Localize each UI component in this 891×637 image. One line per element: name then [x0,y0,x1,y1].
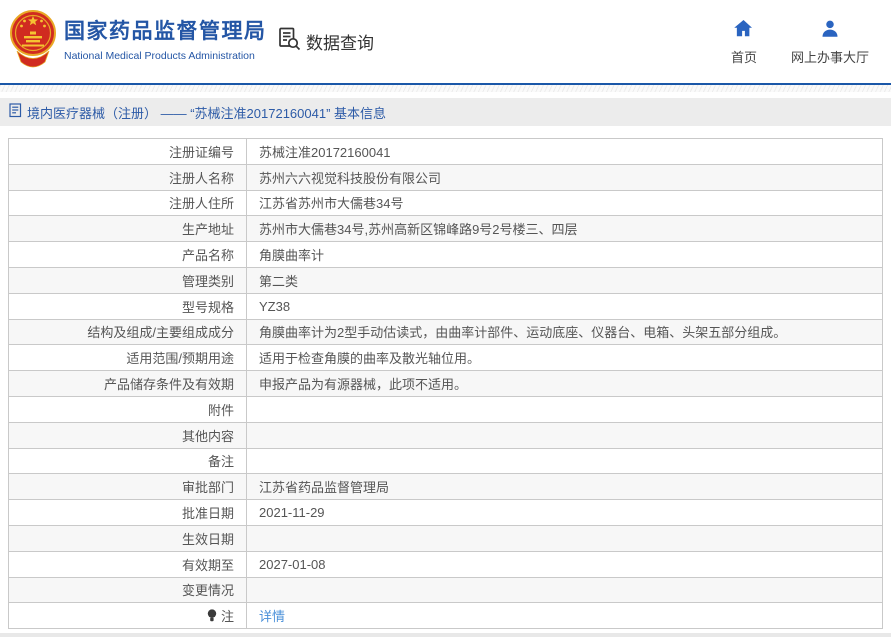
row-label-text: 备注 [207,454,234,470]
table-row: 注 详情 [9,603,882,630]
row-label: 备注 [9,448,247,474]
table-row: 生产地址 苏州市大儒巷34号,苏州高新区锦峰路9号2号楼三、四层 [9,216,882,243]
row-value: 苏械注准20172160041 [259,144,391,160]
row-label: 注册人住所 [9,190,247,216]
nav-online-hall-label: 网上办事大厅 [790,50,869,65]
table-row: 型号规格 YZ38 [9,293,882,320]
row-label-text: 结构及组成/主要组成成分 [87,325,234,341]
row-label: 注 [9,603,247,629]
data-query-label: 数据查询 [306,33,374,53]
national-emblem-logo [9,6,57,70]
row-label: 结构及组成/主要组成成分 [9,319,247,345]
document-search-icon [277,26,302,56]
row-label-text: 注册人名称 [168,170,234,186]
breadcrumb: 境内医疗器械（注册） —— “苏械注准20172160041” 基本信息 [0,98,891,126]
nav-home-label: 首页 [730,50,757,65]
row-label: 注册证编号 [9,139,247,164]
row-label: 有效期至 [9,551,247,577]
row-label: 变更情况 [9,577,247,603]
table-row: 产品储存条件及有效期 申报产品为有源器械，此项不适用。 [9,371,882,397]
nav-home[interactable]: 首页 [731,20,757,66]
bulb-icon [207,609,217,622]
table-row: 有效期至 2027-01-08 [9,551,882,578]
decorative-hatch-strip [0,85,891,92]
row-value: 角膜曲率计 [259,248,325,264]
row-label-text: 生效日期 [181,531,234,547]
row-label-text: 其他内容 [181,428,234,444]
table-row: 注册证编号 苏械注准20172160041 [9,139,882,165]
page-icon [9,103,22,121]
row-label-text: 审批部门 [181,480,234,496]
brand: 国家药品监督管理局 National Medical Products Admi… [64,15,267,62]
table-row: 备注 [9,448,882,475]
row-value: 第二类 [259,273,299,289]
row-value: 适用于检查角膜的曲率及散光轴位用。 [259,351,481,367]
row-label-text: 产品储存条件及有效期 [103,377,234,393]
row-label: 产品储存条件及有效期 [9,371,247,396]
row-label-text: 产品名称 [181,248,234,264]
breadcrumb-text: 境内医疗器械（注册） —— “苏械注准20172160041” 基本信息 [27,105,387,121]
row-label: 批准日期 [9,500,247,525]
row-label-text: 注册人住所 [168,196,234,212]
table-row: 附件 [9,396,882,423]
row-label: 管理类别 [9,267,247,293]
row-value [247,526,882,551]
row-label-text: 生产地址 [181,222,234,238]
row-label-text: 有效期至 [181,557,234,573]
row-value: YZ38 [259,298,291,314]
nav-online-hall[interactable]: 网上办事大厅 [791,20,869,66]
site-subtitle: National Medical Products Administration [64,50,255,62]
row-label: 型号规格 [9,293,247,319]
table-row: 产品名称 角膜曲率计 [9,242,882,268]
footer-strip [0,633,891,637]
table-row: 注册人住所 江苏省苏州市大儒巷34号 [9,190,882,217]
row-label-text: 变更情况 [181,583,234,599]
row-value: 2021-11-29 [259,505,325,521]
table-row: 注册人名称 苏州六六视觉科技股份有限公司 [9,164,882,191]
row-label: 适用范围/预期用途 [9,345,247,371]
row-label: 生产地址 [9,216,247,242]
row-label: 附件 [9,396,247,422]
row-value: 苏州市大儒巷34号,苏州高新区锦峰路9号2号楼三、四层 [259,222,578,238]
table-row: 结构及组成/主要组成成分 角膜曲率计为2型手动估读式，由曲率计部件、运动底座、仪器… [9,319,882,346]
row-value: 江苏省苏州市大儒巷34号 [259,196,404,212]
row-value [247,449,882,474]
row-value [247,578,882,603]
top-nav: 首页 网上办事大厅 [731,20,869,66]
row-value: 角膜曲率计为2型手动估读式，由曲率计部件、运动底座、仪器台、电箱、头架五部分组成… [259,325,787,341]
home-icon [734,20,753,42]
row-label: 产品名称 [9,242,247,267]
table-row: 批准日期 2021-11-29 [9,500,882,526]
row-value: 申报产品为有源器械，此项不适用。 [259,377,468,393]
data-query-nav[interactable]: 数据查询 [277,26,374,56]
row-label: 其他内容 [9,422,247,448]
info-table: 注册证编号 苏械注准20172160041 注册人名称 苏州六六视觉科技股份有限公司注… [8,138,883,630]
row-value [247,397,882,422]
detail-link[interactable]: 详情 [259,606,285,625]
table-row: 变更情况 [9,577,882,604]
row-value: 详情 [247,603,882,628]
row-label: 审批部门 [9,474,247,500]
row-label: 生效日期 [9,525,247,551]
row-label-text: 注册证编号 [168,144,234,160]
row-label-text: 管理类别 [181,273,234,289]
site-title: 国家药品监督管理局 [64,20,267,43]
row-label-text: 批准日期 [181,506,234,522]
row-value: 江苏省药品监督管理局 [259,480,390,496]
row-value: 2027-01-08 [259,556,326,572]
row-label-text: 型号规格 [181,299,234,315]
row-label-text: 附件 [207,402,234,418]
table-row: 管理类别 第二类 [9,267,882,294]
table-row: 生效日期 [9,525,882,552]
table-row: 适用范围/预期用途 适用于检查角膜的曲率及散光轴位用。 [9,345,882,372]
table-row: 其他内容 [9,422,882,449]
table-row: 审批部门 江苏省药品监督管理局 [9,474,882,501]
row-label-text: 适用范围/预期用途 [126,351,234,367]
site-header: 国家药品监督管理局 National Medical Products Admi… [0,0,891,85]
user-icon [821,20,839,42]
row-label-text: 注 [220,609,234,625]
row-label: 注册人名称 [9,164,247,190]
row-value: 苏州六六视觉科技股份有限公司 [259,170,442,186]
row-value [247,423,882,448]
